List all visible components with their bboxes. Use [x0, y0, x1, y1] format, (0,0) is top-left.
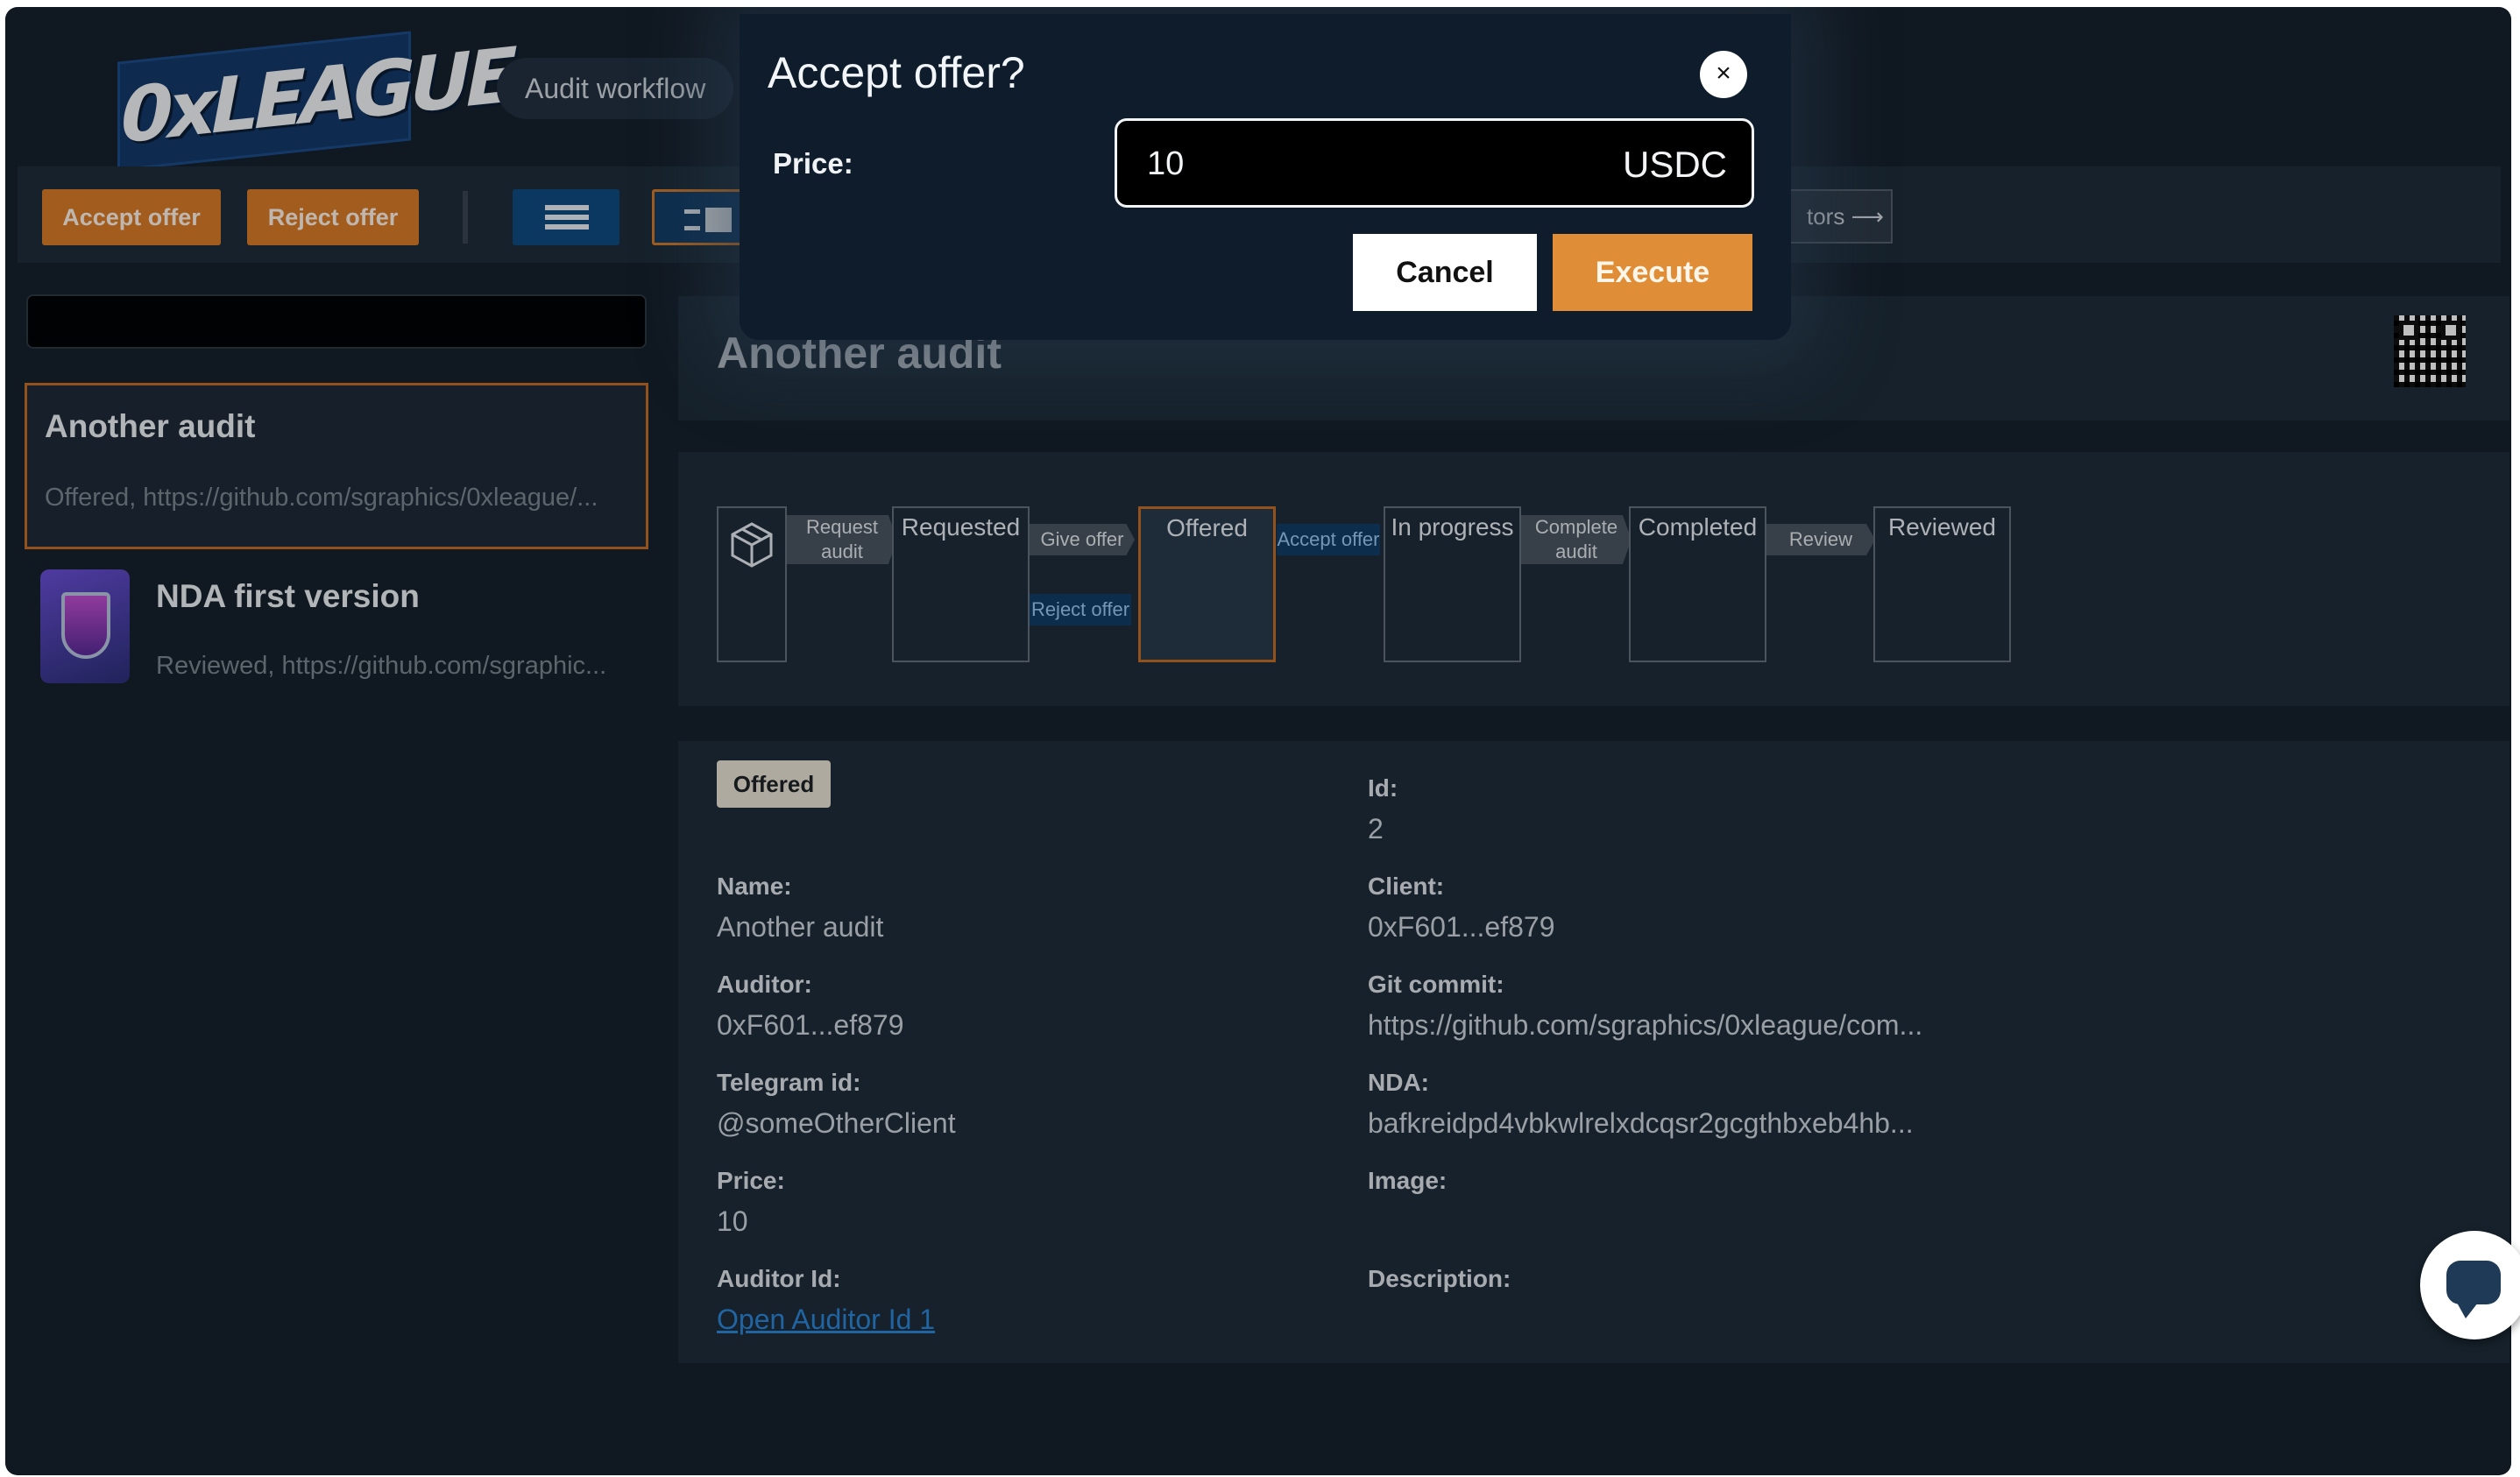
price-input[interactable]: 10 USDC [1115, 118, 1754, 208]
execute-button[interactable]: Execute [1553, 234, 1752, 311]
dialog-title: Accept offer? [768, 48, 1025, 97]
app-window: 0xLEAGUE Audit workflow Accept offer Rej… [5, 7, 2511, 1475]
accept-offer-dialog: Accept offer? × Price: 10 USDC Cancel Ex… [740, 14, 1791, 340]
price-input-value: 10 [1147, 145, 1185, 182]
price-field-label: Price: [773, 147, 853, 180]
chat-widget-button[interactable] [2420, 1231, 2520, 1339]
chat-icon [2446, 1261, 2501, 1318]
cancel-button[interactable]: Cancel [1353, 234, 1537, 311]
close-icon[interactable]: × [1700, 51, 1747, 98]
currency-label: USDC [1622, 144, 1727, 185]
